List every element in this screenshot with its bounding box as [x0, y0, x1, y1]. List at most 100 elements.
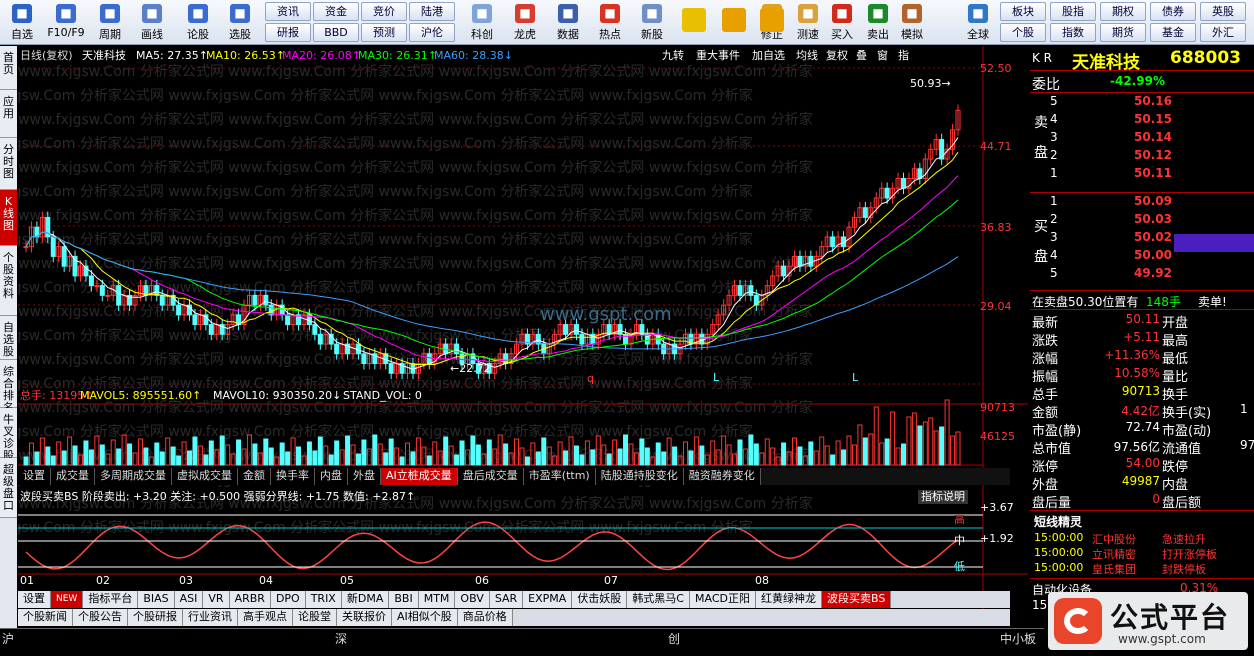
market-button[interactable]: 外汇: [1200, 23, 1246, 42]
up-down-icon[interactable]: [760, 8, 784, 32]
chart-tool-3[interactable]: 均线: [796, 49, 818, 63]
left-tab-5[interactable]: 自选股: [0, 316, 17, 360]
indicator-tab-1[interactable]: 指标平台: [83, 591, 139, 608]
market-button[interactable]: 股指: [1050, 2, 1096, 21]
indicator-tab-6[interactable]: DPO: [270, 591, 306, 608]
quick-button[interactable]: 竞价: [361, 2, 407, 21]
news-tab-3[interactable]: 行业资讯: [183, 609, 238, 626]
quick-button[interactable]: 研报: [265, 23, 311, 42]
status-market-2[interactable]: 创: [668, 630, 680, 647]
left-tab-4[interactable]: 个股资料: [0, 246, 17, 316]
status-market-1[interactable]: 深: [335, 630, 347, 647]
volume-tab-1[interactable]: 成交量: [51, 468, 95, 485]
left-tab-8[interactable]: 超级盘口: [0, 458, 17, 518]
market-button[interactable]: 英股: [1200, 2, 1246, 21]
volume-tab-8[interactable]: AI立桩成交量: [381, 468, 458, 485]
left-tab-7[interactable]: 牛叉诊股: [0, 408, 17, 462]
toolbar-button-5[interactable]: ■ 选股: [220, 1, 260, 44]
indicator-tab-0[interactable]: 设置: [18, 591, 51, 608]
news-tab-8[interactable]: 商品价格: [457, 609, 513, 626]
toolbar-button-10[interactable]: ■ 新股: [632, 1, 672, 44]
toolbar-button-4[interactable]: ■ 论股: [178, 1, 218, 44]
market-button[interactable]: 基金: [1150, 23, 1196, 42]
indicator-tab-4[interactable]: VR: [203, 591, 230, 608]
quick-button[interactable]: 沪伦: [409, 23, 455, 42]
toolbar-button-16[interactable]: ■ 全球: [958, 1, 998, 44]
volume-tab-0[interactable]: 设置: [18, 468, 51, 485]
indicator-tab-2[interactable]: BIAS: [138, 591, 175, 608]
left-tab-6[interactable]: 综合排名: [0, 360, 17, 414]
toolbar-button-13[interactable]: ■ 买入: [822, 1, 862, 44]
toolbar-button-15[interactable]: ■ 模拟: [892, 1, 932, 44]
quick-button[interactable]: 资讯: [265, 2, 311, 21]
chart-tool-6[interactable]: 窗: [877, 49, 888, 63]
toolbar-button-3[interactable]: ■ 画线: [132, 1, 172, 44]
volume-tab-4[interactable]: 金额: [238, 468, 271, 485]
quick-button[interactable]: BBD: [313, 23, 359, 42]
indicator-tab-13[interactable]: EXPMA: [523, 591, 573, 608]
indicator-tab-8[interactable]: 新DMA: [341, 591, 390, 608]
news-tab-1[interactable]: 个股公告: [73, 609, 128, 626]
quick-button[interactable]: 陆港: [409, 2, 455, 21]
indicator-tab-14[interactable]: 伏击妖股: [572, 591, 628, 608]
indicator-tab-18[interactable]: 波段买卖BS: [821, 591, 892, 608]
toolbar-button-8[interactable]: ■ 数据: [548, 1, 588, 44]
stat-label: 最新: [1032, 316, 1059, 331]
volume-tab-12[interactable]: 融资融券变化: [683, 468, 761, 485]
status-market-3[interactable]: 中小板: [1000, 630, 1036, 647]
left-tab-0[interactable]: 首页: [0, 46, 17, 90]
news-tab-6[interactable]: 关联报价: [337, 609, 392, 626]
indicator-explain-button[interactable]: 指标说明: [918, 490, 968, 504]
market-button[interactable]: 债券: [1150, 2, 1196, 21]
toolbar-button-0[interactable]: ■ 自选: [2, 1, 42, 44]
market-button[interactable]: 期货: [1100, 23, 1146, 42]
status-market-0[interactable]: 沪: [2, 630, 14, 647]
volume-tab-10[interactable]: 市盈率(ttm): [523, 468, 596, 485]
news-tab-7[interactable]: AI相似个股: [392, 609, 458, 626]
left-tab-2[interactable]: 分时图: [0, 138, 17, 190]
indicator-tab-9[interactable]: BBI: [389, 591, 419, 608]
indicator-tab-11[interactable]: OBV: [455, 591, 490, 608]
news-tab-0[interactable]: 个股新闻: [18, 609, 73, 626]
indicator-tab-5[interactable]: ARBR: [229, 591, 271, 608]
market-button[interactable]: 个股: [1000, 23, 1046, 42]
quick-button[interactable]: 预测: [361, 23, 407, 42]
indicator-tab-12[interactable]: SAR: [489, 591, 524, 608]
indicator-tab-7[interactable]: TRIX: [305, 591, 342, 608]
chart-tool-7[interactable]: 指: [898, 49, 909, 63]
quick-button[interactable]: 资金: [313, 2, 359, 21]
news-tab-4[interactable]: 高手观点: [238, 609, 293, 626]
indicator-tab-10[interactable]: MTM: [418, 591, 456, 608]
chart-tool-5[interactable]: 叠: [856, 49, 867, 63]
news-tab-5[interactable]: 论股堂: [293, 609, 337, 626]
indicator-tab-15[interactable]: 韩式黑马C: [627, 591, 690, 608]
volume-tab-3[interactable]: 虚拟成交量: [172, 468, 238, 485]
volume-tab-6[interactable]: 内盘: [315, 468, 348, 485]
market-button[interactable]: 板块: [1000, 2, 1046, 21]
volume-tab-9[interactable]: 盘后成交量: [457, 468, 524, 485]
chart-tool-1[interactable]: 重大事件: [696, 49, 740, 63]
toolbar-button-9[interactable]: ■ 热点: [590, 1, 630, 44]
indicator-tab-3[interactable]: ASI: [174, 591, 204, 608]
left-tab-3[interactable]: K线图: [0, 190, 17, 246]
volume-tab-11[interactable]: 陆股通持股变化: [595, 468, 684, 485]
indicator-tab-16[interactable]: MACD正阳: [690, 591, 756, 608]
chart-tool-2[interactable]: 加自选: [752, 49, 785, 63]
grid-icon[interactable]: [682, 8, 706, 32]
toolbar-button-6[interactable]: ■ 科创: [462, 1, 502, 44]
market-button[interactable]: 期权: [1100, 2, 1146, 21]
toolbar-button-7[interactable]: ■ 龙虎: [505, 1, 545, 44]
news-tab-2[interactable]: 个股研报: [128, 609, 183, 626]
volume-tab-2[interactable]: 多周期成交量: [95, 468, 172, 485]
chart-tool-0[interactable]: 九转: [662, 49, 684, 63]
back-arrow-icon[interactable]: [722, 8, 746, 32]
market-button[interactable]: 指数: [1050, 23, 1096, 42]
volume-tab-7[interactable]: 外盘: [348, 468, 381, 485]
indicator-tab-17[interactable]: 红黄绿神龙: [755, 591, 822, 608]
volume-tab-5[interactable]: 换手率: [271, 468, 315, 485]
toolbar-button-2[interactable]: ■ 周期: [90, 1, 130, 44]
kline-chart[interactable]: www.fxjgsw.Com 分析家公式网 www.fxjgsw.Com 分析家…: [18, 46, 1028, 626]
left-tab-1[interactable]: 应用: [0, 90, 17, 138]
chart-tool-4[interactable]: 复权: [826, 49, 848, 63]
toolbar-button-1[interactable]: ■ F10/F9: [46, 1, 86, 44]
